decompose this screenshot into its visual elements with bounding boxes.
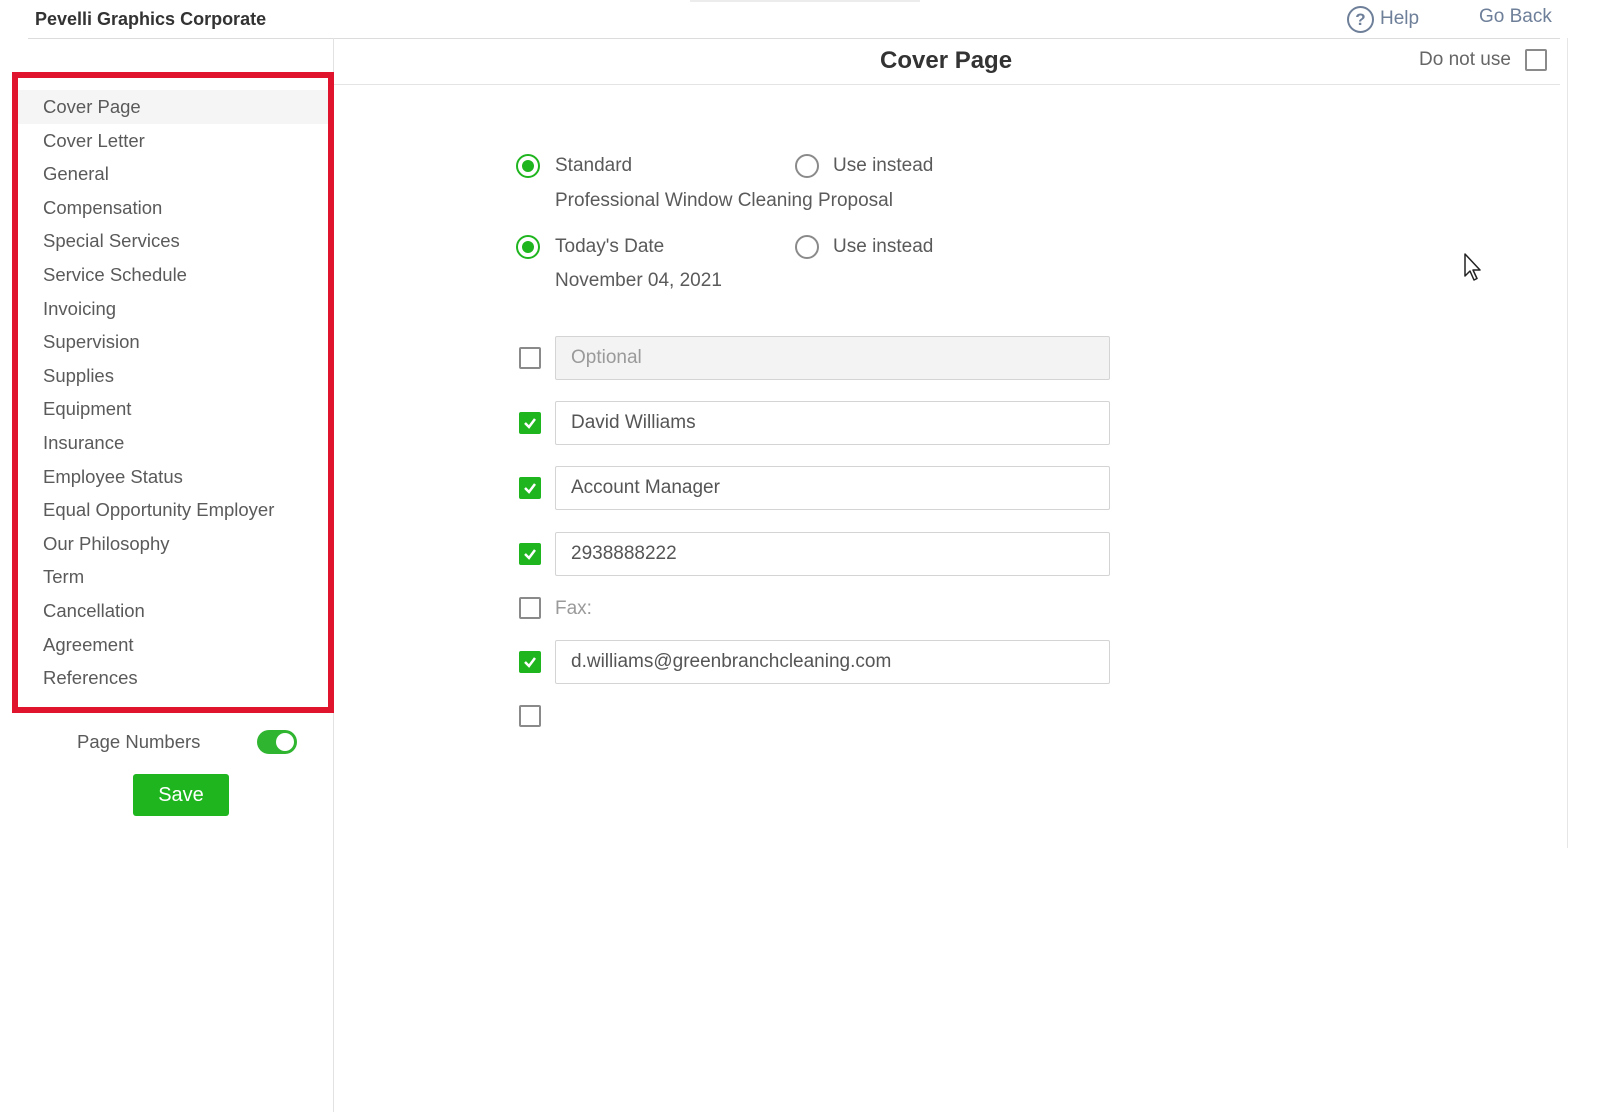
use-instead-title-label: Use instead <box>833 155 934 176</box>
sidebar-item-special-services[interactable]: Special Services <box>18 224 328 258</box>
standard-title-radio[interactable] <box>516 154 540 178</box>
sidebar-item-supplies[interactable]: Supplies <box>18 359 328 393</box>
header-divider <box>28 38 1560 39</box>
save-button[interactable]: Save <box>133 774 229 816</box>
do-not-use-control[interactable]: Do not use <box>1419 49 1547 71</box>
app-title: Pevelli Graphics Corporate <box>35 9 267 29</box>
app-window: Pevelli Graphics Corporate ? Help Go Bac… <box>0 0 1600 1112</box>
sidebar-item-references[interactable]: References <box>18 661 328 695</box>
sidebar-item-invoicing[interactable]: Invoicing <box>18 292 328 326</box>
fax-field-checkbox[interactable] <box>519 597 541 619</box>
sidebar-item-our-philosophy[interactable]: Our Philosophy <box>18 527 328 561</box>
position-input[interactable] <box>555 466 1110 510</box>
use-instead-title-radio[interactable] <box>795 154 819 178</box>
todays-date-label: Today's Date <box>555 236 665 257</box>
main-panel-border <box>1567 38 1568 848</box>
sidebar-item-cover-letter[interactable]: Cover Letter <box>18 124 328 158</box>
use-instead-date-label: Use instead <box>833 236 934 257</box>
optional-field-checkbox[interactable] <box>519 347 541 369</box>
sidebar-item-general[interactable]: General <box>18 157 328 191</box>
sidebar-item-equipment[interactable]: Equipment <box>18 392 328 426</box>
help-link[interactable]: ? Help <box>1347 4 1419 34</box>
sidebar-item-agreement[interactable]: Agreement <box>18 628 328 662</box>
name-field-checkbox[interactable] <box>519 412 541 434</box>
name-input[interactable] <box>555 401 1110 445</box>
sidebar-item-cover-page[interactable]: Cover Page <box>18 90 328 124</box>
do-not-use-checkbox[interactable] <box>1524 49 1547 71</box>
sidebar-item-employee-status[interactable]: Employee Status <box>18 460 328 494</box>
sidebar-item-cancellation[interactable]: Cancellation <box>18 594 328 628</box>
optional-field-input[interactable] <box>555 336 1110 380</box>
phone-input[interactable] <box>555 532 1110 576</box>
top-edge-tab <box>690 0 920 2</box>
extra-field-checkbox[interactable] <box>519 705 541 727</box>
page-numbers-toggle[interactable] <box>257 730 297 754</box>
help-label: Help <box>1380 8 1420 29</box>
position-field-checkbox[interactable] <box>519 477 541 499</box>
sidebar-item-supervision[interactable]: Supervision <box>18 325 328 359</box>
use-instead-date-radio[interactable] <box>795 235 819 259</box>
sidebar-nav: Cover Page Cover Letter General Compensa… <box>12 72 334 713</box>
go-back-link[interactable]: Go Back <box>1479 6 1552 28</box>
standard-title-text: Professional Window Cleaning Proposal <box>555 190 893 211</box>
page-title: Cover Page <box>880 47 1013 74</box>
sidebar-item-term[interactable]: Term <box>18 560 328 594</box>
mouse-cursor-icon <box>1464 253 1481 281</box>
email-field-checkbox[interactable] <box>519 651 541 673</box>
toggle-knob <box>276 733 294 751</box>
sidebar-item-insurance[interactable]: Insurance <box>18 426 328 460</box>
sidebar-item-compensation[interactable]: Compensation <box>18 191 328 225</box>
standard-title-label: Standard <box>555 155 633 176</box>
do-not-use-label: Do not use <box>1419 49 1511 70</box>
fax-label: Fax: <box>555 598 592 619</box>
page-numbers-label: Page Numbers <box>77 731 201 752</box>
date-text: November 04, 2021 <box>555 270 722 291</box>
email-input[interactable] <box>555 640 1110 684</box>
sidebar-item-equal-opportunity-employer[interactable]: Equal Opportunity Employer <box>18 493 328 527</box>
main-header-divider <box>334 84 1560 85</box>
page-numbers-row: Page Numbers <box>77 730 297 754</box>
question-circle-icon: ? <box>1347 5 1374 33</box>
phone-field-checkbox[interactable] <box>519 543 541 565</box>
todays-date-radio[interactable] <box>516 235 540 259</box>
sidebar-item-service-schedule[interactable]: Service Schedule <box>18 258 328 292</box>
